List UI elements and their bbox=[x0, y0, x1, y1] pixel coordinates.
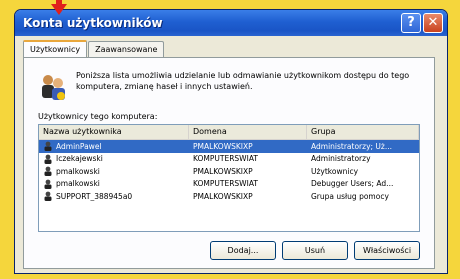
table-row[interactable]: pmalkowski PMALKOWSKIXP Użytkownicy bbox=[39, 165, 419, 178]
tab-users[interactable]: Użytkownicy bbox=[23, 40, 88, 58]
users-table[interactable]: Nazwa użytkownika Domena Grupa AdminPawe… bbox=[38, 124, 420, 232]
cell-domain: KOMPUTERSWIAT bbox=[193, 179, 258, 189]
user-icon bbox=[44, 166, 52, 177]
cell-username: AdminPawel bbox=[39, 141, 189, 152]
username-text: Iczekajewski bbox=[56, 154, 103, 164]
user-icon bbox=[44, 141, 52, 152]
user-accounts-window: Konta użytkowników ? ✕ Użytkownicy Zaawa… bbox=[14, 9, 448, 274]
cell-username: SUPPORT_388945a0 bbox=[39, 191, 189, 202]
cell-domain: PMALKOWSKIXP bbox=[193, 141, 253, 151]
cell-username: pmalkowski bbox=[39, 166, 189, 177]
button-row: Dodaj... Usuń Właściwości bbox=[210, 241, 420, 260]
cell-group: Grupa usług pomocy bbox=[311, 191, 389, 201]
window-title: Konta użytkowników bbox=[23, 16, 163, 30]
description-text: Poniższa lista umożliwia udzielanie lub … bbox=[76, 71, 410, 91]
cell-username: Iczekajewski bbox=[39, 154, 189, 164]
column-header-username[interactable]: Nazwa użytkownika bbox=[39, 125, 189, 139]
table-row[interactable]: AdminPawel PMALKOWSKIXP Administratorzy; U… bbox=[39, 140, 419, 153]
close-button[interactable]: ✕ bbox=[423, 13, 443, 33]
cell-group: Debugger Users; Ad... bbox=[311, 179, 394, 189]
cell-domain: PMALKOWSKIXP bbox=[193, 166, 253, 176]
username-text: pmalkowski bbox=[56, 179, 100, 189]
user-icon bbox=[44, 154, 52, 164]
properties-button[interactable]: Właściwości bbox=[354, 241, 420, 260]
table-body: AdminPawel PMALKOWSKIXP Administratorzy; U… bbox=[39, 140, 419, 203]
username-text: pmalkowski bbox=[56, 166, 100, 176]
cell-group: Użytkownicy bbox=[311, 166, 359, 176]
column-header-group[interactable]: Grupa bbox=[307, 125, 419, 139]
cell-domain: KOMPUTERSWIAT bbox=[193, 154, 258, 164]
table-header: Nazwa użytkownika Domena Grupa bbox=[39, 125, 419, 140]
cell-username: pmalkowski bbox=[39, 179, 189, 189]
add-button[interactable]: Dodaj... bbox=[210, 241, 276, 260]
column-header-domain[interactable]: Domena bbox=[189, 125, 307, 139]
table-row[interactable]: pmalkowski KOMPUTERSWIAT Debugger Users; A… bbox=[39, 178, 419, 191]
cell-group: Administratorzy; Uż... bbox=[311, 141, 392, 151]
username-text: SUPPORT_388945a0 bbox=[56, 191, 133, 201]
user-icon bbox=[44, 191, 52, 202]
users-list-label: Użytkownicy tego komputera: bbox=[38, 112, 158, 121]
help-button[interactable]: ? bbox=[401, 13, 421, 33]
table-row[interactable]: Iczekajewski KOMPUTERSWIAT Administratorzy bbox=[39, 153, 419, 166]
title-bar[interactable]: Konta użytkowników ? ✕ bbox=[15, 10, 447, 36]
cell-group: Administratorzy bbox=[311, 154, 371, 164]
username-text: AdminPawel bbox=[56, 141, 102, 151]
red-arrow-pointer-icon bbox=[51, 0, 67, 15]
user-icon bbox=[44, 179, 52, 189]
users-tab-panel: Poniższa lista umożliwia udzielanie lub … bbox=[23, 57, 435, 269]
users-icon bbox=[42, 75, 65, 100]
table-row[interactable]: SUPPORT_388945a0 PMALKOWSKIXP Grupa usług … bbox=[39, 190, 419, 203]
cell-domain: PMALKOWSKIXP bbox=[193, 191, 253, 201]
remove-button[interactable]: Usuń bbox=[282, 241, 348, 260]
